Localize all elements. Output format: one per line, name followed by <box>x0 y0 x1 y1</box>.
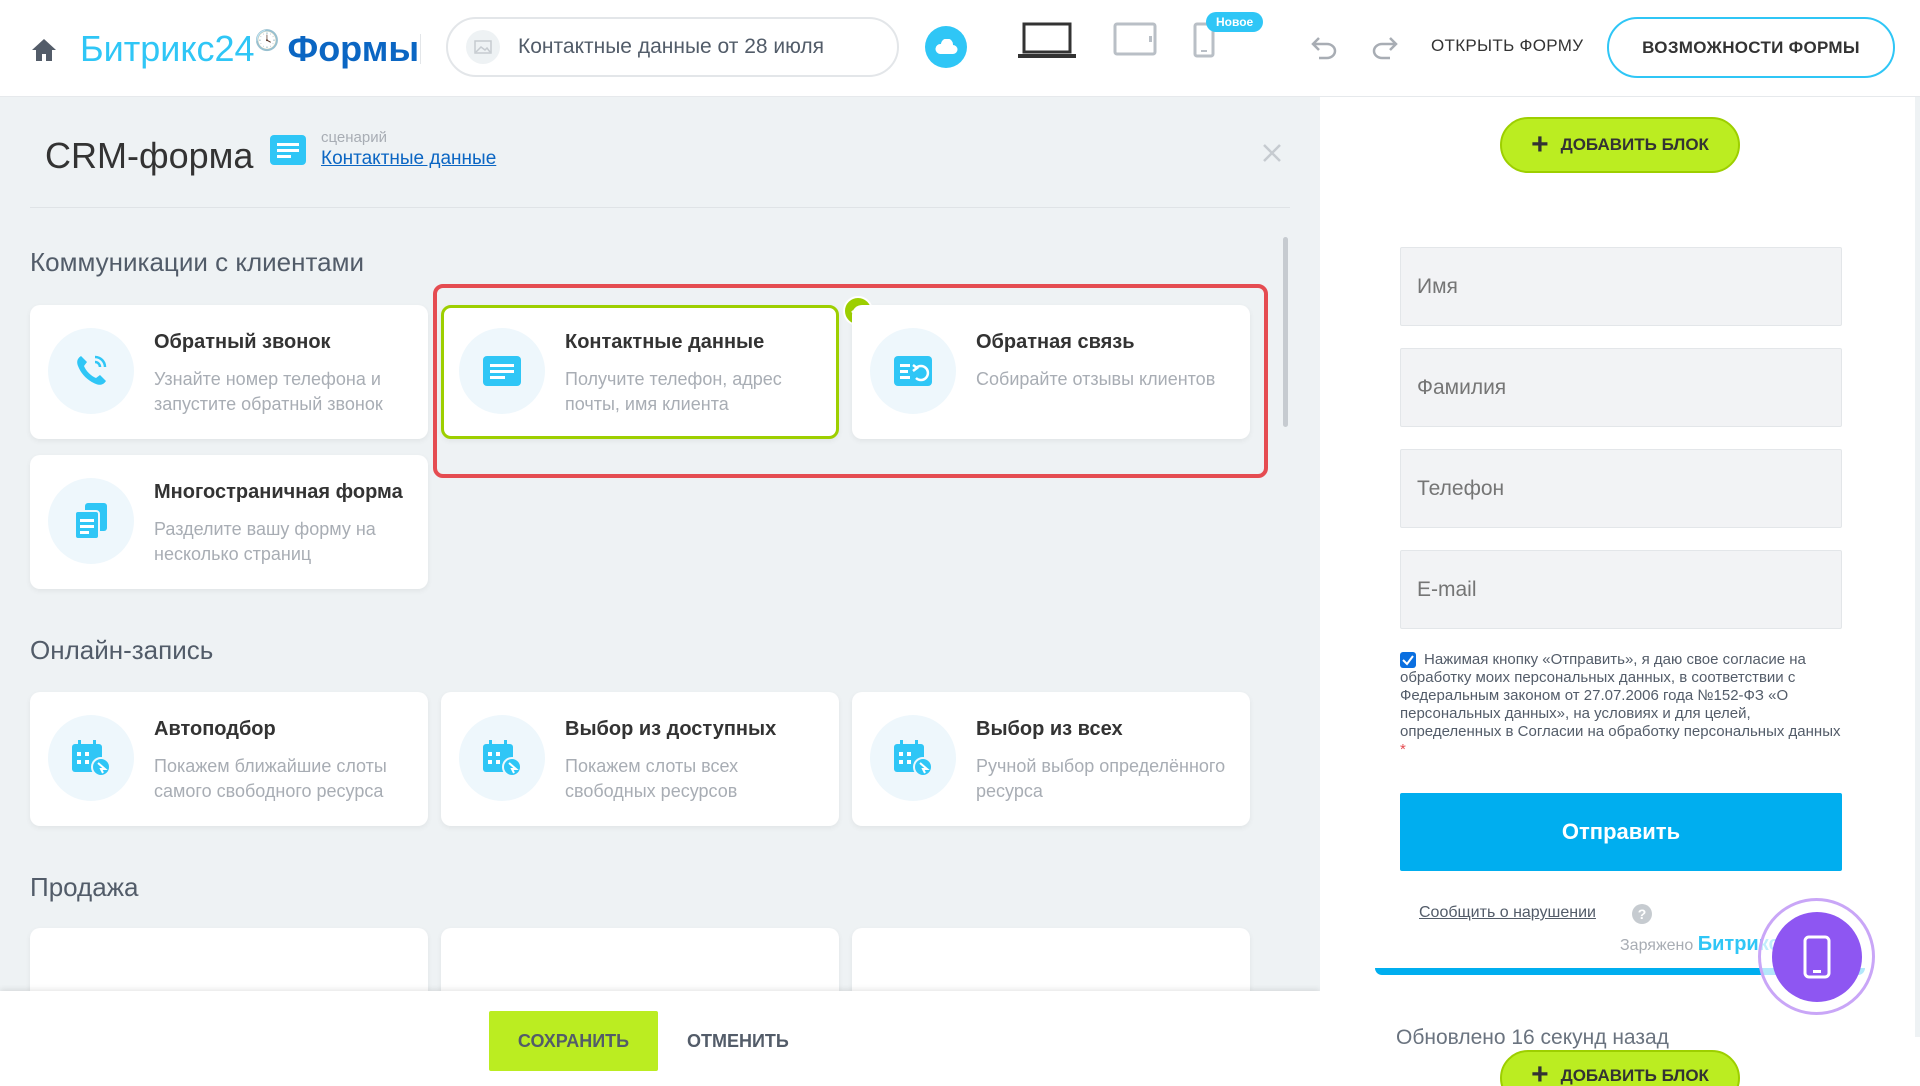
calendar-icon <box>870 715 956 801</box>
phone-icon <box>48 328 134 414</box>
scenario-panel: CRM-форма сценарий Контактные данные Ком… <box>0 97 1320 991</box>
section-title-booking: Онлайн-запись <box>30 635 214 665</box>
divider <box>420 34 421 64</box>
divider <box>30 207 1290 208</box>
cloud-save-icon[interactable] <box>925 26 967 68</box>
section-title-sales: Продажа <box>30 872 139 902</box>
smartphone-icon <box>1771 911 1862 1002</box>
scenario-link[interactable]: Контактные данные <box>321 148 496 170</box>
last-name-field[interactable] <box>1400 348 1842 427</box>
image-icon <box>466 30 500 64</box>
save-button[interactable]: СОХРАНИТЬ <box>489 1011 658 1071</box>
card-description: Покажем слоты всех свободных ресурсов <box>565 756 739 801</box>
email-field[interactable] <box>1400 550 1842 629</box>
plus-icon: + <box>1531 128 1549 161</box>
scenario-card-partial[interactable] <box>441 928 839 991</box>
scenario-card-partial[interactable] <box>852 928 1250 991</box>
add-block-button-bottom[interactable]: + ДОБАВИТЬ БЛОК <box>1500 1050 1740 1086</box>
calendar-icon <box>459 715 545 801</box>
required-mark: * <box>1400 741 1406 758</box>
phone-field[interactable] <box>1400 449 1842 528</box>
consent-block: Нажимая кнопку «Отправить», я даю свое с… <box>1400 651 1850 759</box>
bottom-action-bar: СОХРАНИТЬ ОТМЕНИТЬ <box>0 991 1320 1086</box>
scenario-card-choose-all[interactable]: Выбор из всех Ручной выбор определённого… <box>852 692 1250 826</box>
close-icon[interactable] <box>1260 141 1284 165</box>
card-description: Разделите вашу форму на несколько страни… <box>154 519 376 564</box>
scenario-card-partial[interactable] <box>30 928 428 991</box>
undo-icon[interactable] <box>1309 34 1339 60</box>
scenario-label: сценарий <box>321 129 387 146</box>
card-title: Обратный звонок <box>154 331 331 353</box>
consent-checkbox[interactable] <box>1400 652 1416 668</box>
scenario-card-callback[interactable]: Обратный звонок Узнайте номер телефона и… <box>30 305 428 439</box>
consent-text: Нажимая кнопку «Отправить», я даю свое с… <box>1400 651 1841 740</box>
desktop-view-icon[interactable] <box>1018 22 1076 60</box>
section-title-communications: Коммуникации с клиентами <box>30 247 364 277</box>
submit-button[interactable]: Отправить <box>1400 793 1842 871</box>
brand-logo: Битрикс24🕓 Формы <box>80 28 420 69</box>
card-title: Выбор из всех <box>976 718 1123 740</box>
panel-scrollbar[interactable] <box>1283 237 1288 427</box>
card-title: Выбор из доступных <box>565 718 777 740</box>
card-title: Многостраничная форма <box>154 481 403 503</box>
scenario-card-choose-available[interactable]: Выбор из доступных Покажем слоты всех св… <box>441 692 839 826</box>
card-description: Узнайте номер телефона и запустите обрат… <box>154 369 383 414</box>
open-form-link[interactable]: ОТКРЫТЬ ФОРМУ <box>1431 36 1583 56</box>
preview-scrollbar[interactable] <box>1915 97 1920 1037</box>
card-description: Ручной выбор определённого ресурса <box>976 756 1226 801</box>
scenario-icon <box>270 135 306 165</box>
scenario-card-auto-select[interactable]: Автоподбор Покажем ближайшие слоты самог… <box>30 692 428 826</box>
top-bar: Битрикс24🕓 Формы Контактные данные от 28 … <box>0 0 1920 97</box>
card-description: Покажем ближайшие слоты самого свободног… <box>154 756 387 801</box>
cancel-button[interactable]: ОТМЕНИТЬ <box>687 1031 789 1052</box>
mobile-preview-button[interactable] <box>1758 898 1875 1015</box>
add-block-button[interactable]: + ДОБАВИТЬ БЛОК <box>1500 117 1740 173</box>
calendar-icon <box>48 715 134 801</box>
report-abuse-link[interactable]: Сообщить о нарушении <box>1419 904 1596 922</box>
plus-icon: + <box>1531 1058 1549 1086</box>
powered-by: Заряжено Битрикс <box>1620 933 1780 955</box>
form-title-text: Контактные данные от 28 июля <box>518 35 825 58</box>
form-features-button[interactable]: ВОЗМОЖНОСТИ ФОРМЫ <box>1607 17 1895 78</box>
pages-icon <box>48 478 134 564</box>
card-title: Автоподбор <box>154 718 276 740</box>
new-badge: Новое <box>1206 12 1264 32</box>
home-icon[interactable] <box>30 37 58 63</box>
redo-icon[interactable] <box>1370 34 1400 60</box>
updated-status: Обновлено 16 секунд назад <box>1396 1026 1669 1049</box>
scenario-card-multipage[interactable]: Многостраничная форма Разделите вашу фор… <box>30 455 428 589</box>
tablet-view-icon[interactable] <box>1113 22 1157 56</box>
help-icon[interactable]: ? <box>1632 904 1652 924</box>
form-title-field[interactable]: Контактные данные от 28 июля <box>446 17 899 77</box>
panel-title: CRM-форма <box>45 135 254 176</box>
selection-highlight <box>433 284 1268 478</box>
first-name-field[interactable] <box>1400 247 1842 326</box>
